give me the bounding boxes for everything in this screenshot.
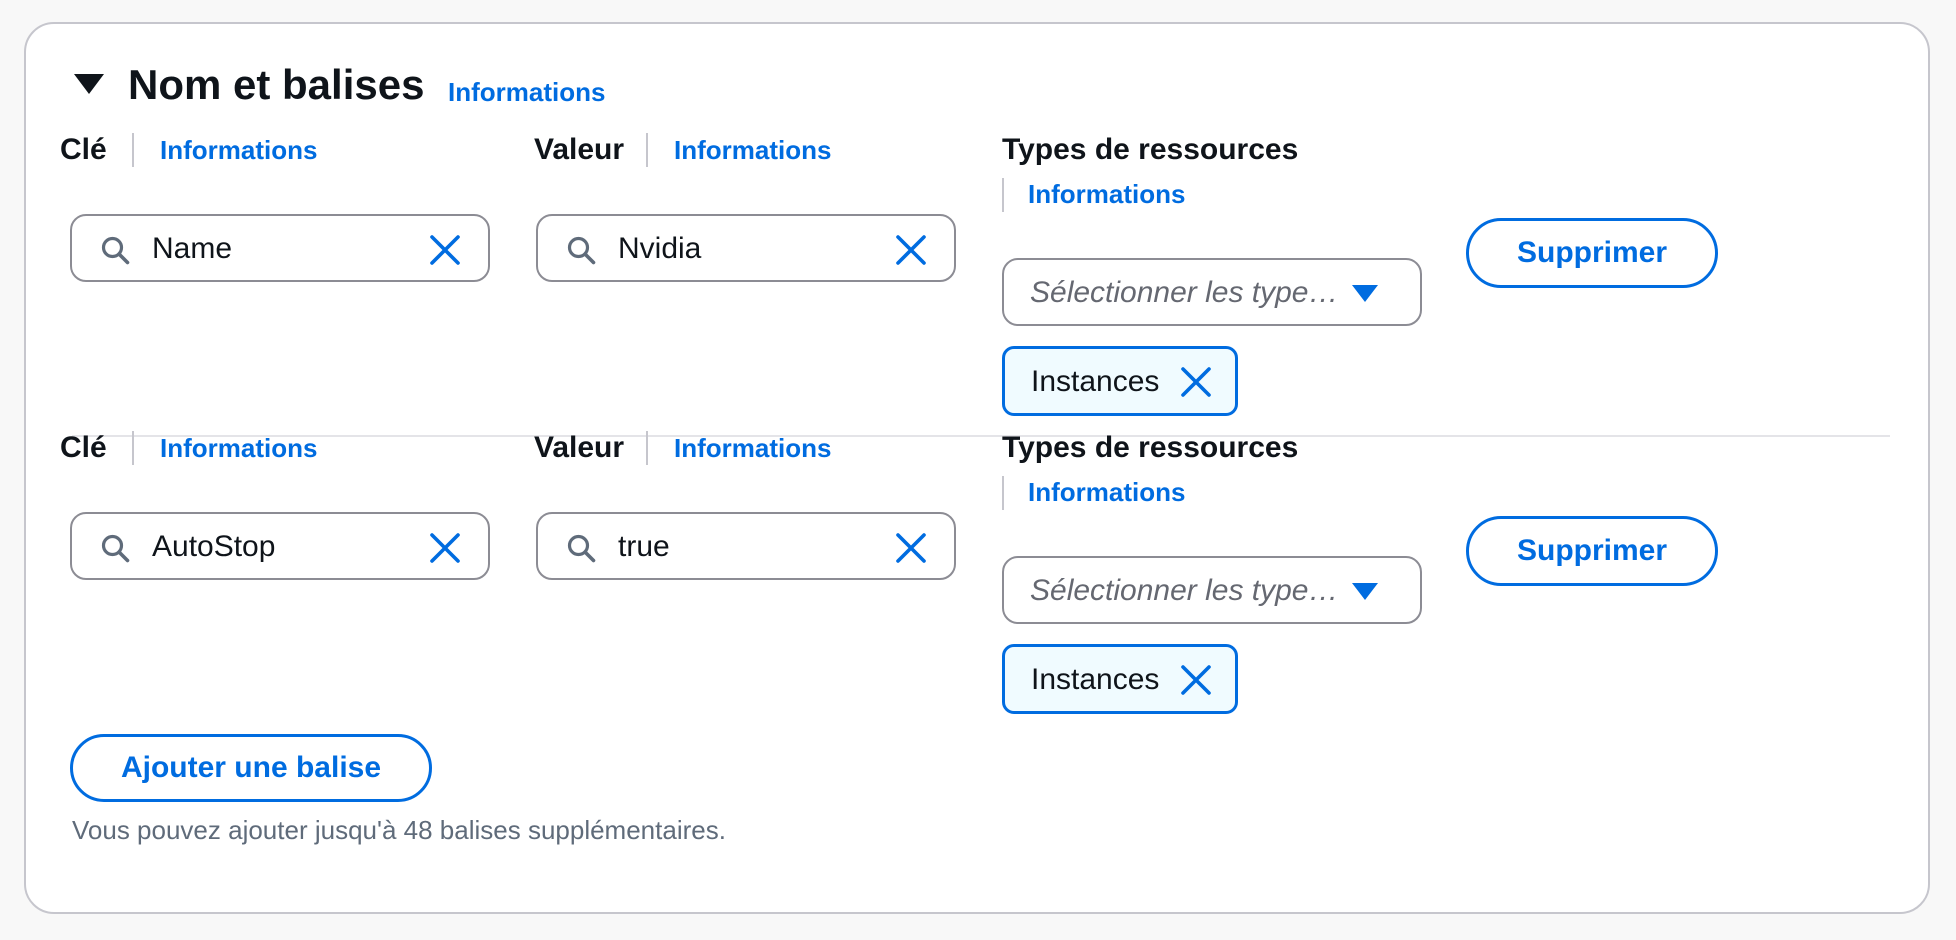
label-separator (132, 431, 134, 465)
resource-type-token-label: Instances (1031, 365, 1160, 398)
tag-key-input[interactable]: AutoStop (70, 512, 490, 580)
resource-type-token: Instances (1002, 346, 1238, 416)
label-separator (1002, 178, 1004, 212)
key-info-link[interactable]: Informations (160, 134, 317, 166)
remove-tag-button[interactable]: Supprimer (1466, 218, 1718, 288)
search-icon (567, 534, 596, 563)
dropdown-arrow-icon[interactable] (1352, 583, 1378, 600)
caret-down-icon[interactable] (74, 74, 104, 94)
search-icon (101, 534, 130, 563)
resource-type-token-label: Instances (1031, 663, 1160, 696)
tag-value-value[interactable]: true (618, 528, 670, 566)
value-label: Valeur (534, 431, 625, 464)
label-separator (646, 133, 648, 167)
close-icon[interactable] (1179, 365, 1213, 399)
resource-types-label: Types de ressources (1002, 133, 1299, 166)
close-icon[interactable] (428, 233, 462, 267)
resource-types-select[interactable]: Sélectionner les type… (1002, 258, 1422, 326)
remove-tag-button[interactable]: Supprimer (1466, 516, 1718, 586)
search-icon (101, 236, 130, 265)
add-tag-button[interactable]: Ajouter une balise (70, 734, 432, 802)
close-icon[interactable] (1179, 663, 1213, 697)
close-icon[interactable] (894, 531, 928, 565)
resource-types-select[interactable]: Sélectionner les type… (1002, 556, 1422, 624)
tag-value-input[interactable]: true (536, 512, 956, 580)
value-info-link[interactable]: Informations (674, 432, 831, 464)
label-separator (646, 431, 648, 465)
resource-types-info-link[interactable]: Informations (1028, 178, 1185, 210)
key-label: Clé (60, 133, 107, 166)
dropdown-arrow-icon[interactable] (1352, 285, 1378, 302)
key-label: Clé (60, 431, 107, 464)
section-info-link[interactable]: Informations (448, 77, 605, 107)
name-and-tags-panel: Nom et balises Informations Clé Informat… (24, 22, 1930, 914)
row-divider (72, 435, 1890, 437)
resource-types-placeholder: Sélectionner les type… (1030, 276, 1339, 309)
tags-remaining-hint: Vous pouvez ajouter jusqu'à 48 balises s… (72, 815, 726, 845)
close-icon[interactable] (428, 531, 462, 565)
resource-types-placeholder: Sélectionner les type… (1030, 574, 1339, 607)
section-title[interactable]: Nom et balises (128, 60, 424, 110)
tag-key-value[interactable]: AutoStop (152, 528, 275, 566)
tag-value-value[interactable]: Nvidia (618, 230, 701, 268)
tag-value-input[interactable]: Nvidia (536, 214, 956, 282)
tag-key-value[interactable]: Name (152, 230, 232, 268)
tag-key-input[interactable]: Name (70, 214, 490, 282)
resource-type-token: Instances (1002, 644, 1238, 714)
resource-types-label: Types de ressources (1002, 431, 1299, 464)
value-label: Valeur (534, 133, 625, 166)
resource-types-info-link[interactable]: Informations (1028, 476, 1185, 508)
close-icon[interactable] (894, 233, 928, 267)
key-info-link[interactable]: Informations (160, 432, 317, 464)
value-info-link[interactable]: Informations (674, 134, 831, 166)
label-separator (132, 133, 134, 167)
label-separator (1002, 476, 1004, 510)
search-icon (567, 236, 596, 265)
